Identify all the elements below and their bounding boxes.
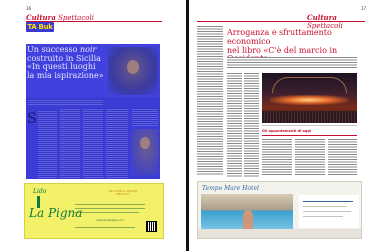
text-column-3 — [83, 108, 103, 178]
face-icon — [127, 60, 139, 74]
rubric-badge: TA Buk — [26, 22, 54, 32]
ad-hotel-logo: Tempo Mare Hotel — [202, 185, 259, 192]
stage-lights — [270, 95, 348, 105]
text-column-1 — [197, 26, 223, 176]
text-column-1 — [38, 110, 57, 178]
events-column-1 — [262, 139, 292, 175]
text-column-3 — [244, 73, 259, 177]
qr-code-icon — [146, 221, 157, 232]
article-deck — [28, 99, 103, 105]
text-column-4 — [106, 108, 128, 178]
rubric-label: TA Buk — [27, 23, 53, 31]
text-column-2 — [227, 73, 242, 177]
left-page: 16 Cultura Spettacoli TA Buk Un successo… — [0, 0, 186, 251]
text-column-2 — [60, 108, 80, 178]
author-photo — [108, 47, 158, 95]
pool-photo — [201, 194, 293, 232]
ad-hotel[interactable]: Tempo Mare Hotel a 15 Km da TAORMINA — [197, 181, 362, 239]
article-headline: Un successo noir costruito in Sicilia «I… — [27, 45, 109, 80]
events-box-title: Gli appuntamenti di oggi — [262, 129, 312, 133]
page-number: 17 — [361, 6, 367, 11]
ad-text-line — [75, 212, 139, 213]
article-deck — [227, 57, 357, 69]
audience — [262, 111, 357, 123]
ad-text-line — [303, 201, 353, 202]
ad-text-line — [75, 227, 135, 228]
events-column-3 — [328, 139, 357, 175]
ad-lido-text: Lido — [33, 188, 47, 195]
right-page: 17 Cultura Spettacoli Arroganza e sfrutt… — [189, 0, 372, 251]
concert-photo — [262, 73, 357, 123]
events-box — [262, 135, 357, 177]
ad-text-line — [303, 216, 343, 217]
ad-lido-la-pigna[interactable]: Lido La Pigna SEA FOOD & SICILIAN SPECIA… — [24, 183, 164, 239]
face-icon — [140, 137, 150, 149]
page-number: 16 — [26, 6, 32, 11]
ad-text-line — [75, 208, 145, 209]
ad-text-line — [75, 204, 145, 205]
photo-caption-line — [262, 125, 357, 126]
ad-tagline: SEA FOOD & SICILIAN SPECIALTY — [108, 190, 138, 197]
ad-text-line — [303, 211, 351, 212]
headline-line-4: la mia ispirazione» — [27, 70, 104, 80]
ad-side-panel — [299, 195, 359, 228]
secondary-photo — [131, 129, 159, 175]
ad-footer-bar — [198, 229, 361, 238]
ad-text-line — [303, 206, 347, 207]
section-rule — [197, 21, 365, 22]
drop-cap: S — [27, 111, 37, 127]
text-column-5 — [132, 108, 158, 126]
headline-line-1: Arroganza e sfruttamento economico — [227, 28, 332, 46]
theatre-arch — [272, 77, 347, 93]
events-column-2 — [295, 139, 325, 175]
ad-website[interactable]: www.lidolapigna.com — [85, 219, 135, 222]
